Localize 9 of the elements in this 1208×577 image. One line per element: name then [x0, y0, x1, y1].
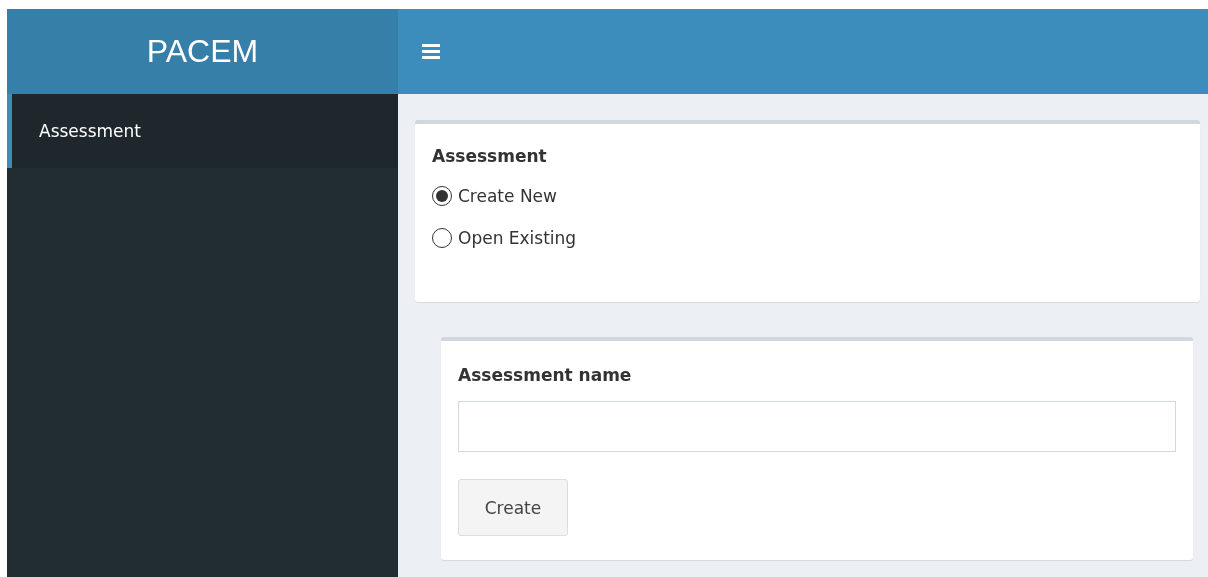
- app-logo[interactable]: PACEM: [7, 9, 398, 94]
- field-label: Assessment: [432, 146, 548, 166]
- create-button[interactable]: Create: [458, 479, 568, 536]
- option-label: Create New: [458, 186, 557, 206]
- field-label: Assessment name: [458, 365, 633, 385]
- input-field[interactable]: [458, 401, 1176, 452]
- menu-icon[interactable]: [422, 44, 440, 59]
- option-label: Open Existing: [458, 228, 577, 248]
- sidebar-item[interactable]: Assessment: [7, 94, 398, 168]
